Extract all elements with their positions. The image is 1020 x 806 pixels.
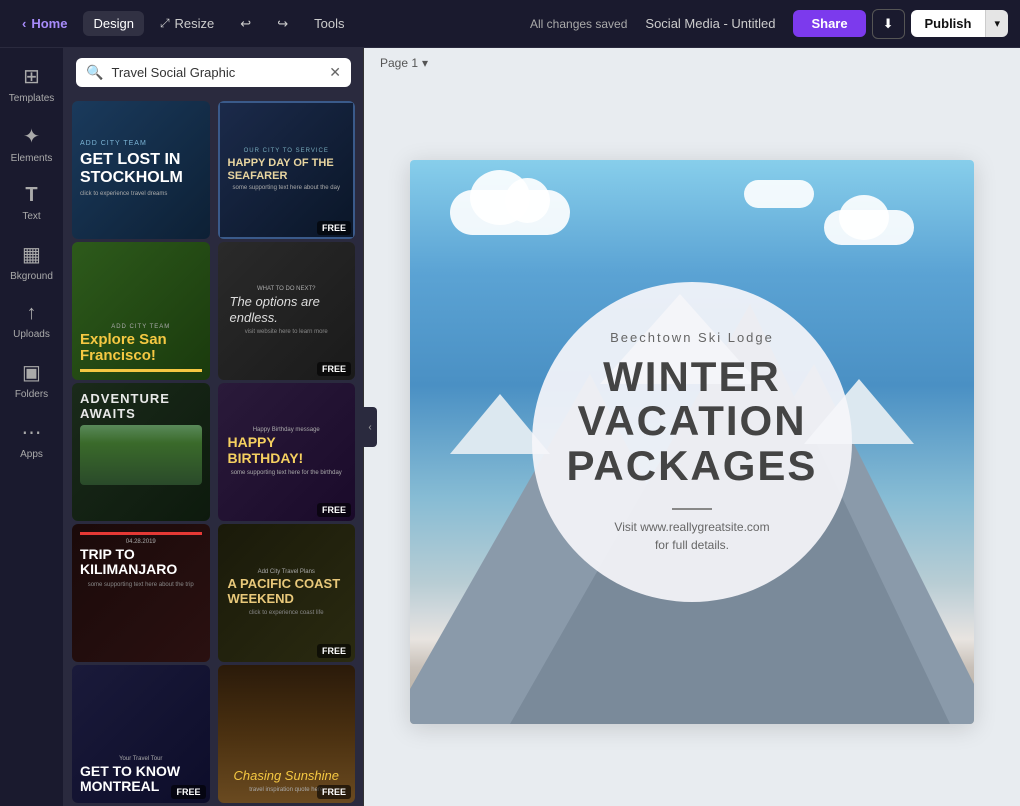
sidebar-item-elements[interactable]: ✦ Elements [4, 116, 60, 172]
sidebar-item-background[interactable]: ▦ Bkground [4, 234, 60, 290]
page-dropdown-icon: ▾ [422, 56, 428, 70]
template-adventure[interactable]: ADVENTURE AWAITS [72, 383, 210, 521]
undo-icon: ↩ [240, 16, 251, 32]
template-options[interactable]: WHAT TO DO NEXT? The options are endless… [218, 242, 356, 380]
apps-icon: ⋯ [22, 420, 42, 445]
resize-icon: ⤢ [160, 16, 170, 31]
resize-button[interactable]: ⤢ Resize [150, 11, 224, 36]
design-label: Design [93, 16, 133, 31]
page-label[interactable]: Page 1 ▾ [380, 56, 428, 70]
publish-label: Publish [925, 16, 972, 31]
uploads-icon: ↑ [27, 302, 37, 325]
free-badge: FREE [317, 221, 351, 235]
template-sf[interactable]: Add City Team Explore San Francisco! [72, 242, 210, 380]
template-kilimanjaro[interactable]: 04.28.2019 TRIP TO KILIMANJARO some supp… [72, 524, 210, 662]
heading-line2: VACATION [577, 397, 806, 444]
publish-button[interactable]: Publish [911, 10, 986, 37]
apps-label: Apps [20, 449, 43, 460]
canvas-header: Page 1 ▾ [364, 48, 1020, 78]
resize-label: Resize [175, 16, 215, 31]
share-button[interactable]: Share [793, 10, 865, 37]
search-box[interactable]: 🔍 ✕ [76, 58, 351, 87]
chevron-left-icon: ‹ [22, 16, 26, 31]
uploads-label: Uploads [13, 329, 50, 340]
download-icon: ⬇ [883, 16, 894, 31]
sidebar-item-text[interactable]: T Text [4, 176, 60, 230]
lodge-name: Beechtown Ski Lodge [610, 330, 774, 345]
website-text2: for full details. [655, 538, 729, 552]
sidebar-item-apps[interactable]: ⋯ Apps [4, 412, 60, 468]
save-status: All changes saved [530, 17, 627, 31]
canvas-area: Page 1 ▾ [364, 48, 1020, 806]
cloud-2 [824, 210, 914, 245]
templates-grid: Add City Team GET LOST IN STOCKHOLM clic… [64, 93, 363, 806]
sub-text: Visit www.reallygreatsite.com for full d… [614, 518, 769, 554]
home-label: Home [31, 16, 67, 31]
template-sunshine[interactable]: Chasing Sunshine travel inspiration quot… [218, 665, 356, 803]
search-input[interactable] [111, 65, 321, 80]
heading-line1: WINTER [603, 353, 781, 400]
sidebar-item-uploads[interactable]: ↑ Uploads [4, 294, 60, 348]
heading-line3: PACKAGES [567, 442, 818, 489]
free-badge-pacific: FREE [317, 644, 351, 658]
canvas-document[interactable]: Beechtown Ski Lodge WINTER VACATION PACK… [410, 160, 974, 724]
publish-group: Publish ▾ [911, 10, 1008, 37]
sidebar-icons: ⊞ Templates ✦ Elements T Text ▦ Bkground… [0, 48, 64, 806]
circle-overlay[interactable]: Beechtown Ski Lodge WINTER VACATION PACK… [532, 282, 852, 602]
templates-icon: ⊞ [23, 64, 40, 89]
background-label: Bkground [10, 271, 53, 282]
templates-label: Templates [9, 93, 55, 104]
folders-label: Folders [15, 389, 48, 400]
main-body: ⊞ Templates ✦ Elements T Text ▦ Bkground… [0, 48, 1020, 806]
redo-button[interactable]: ↪ [267, 11, 298, 37]
template-montreal[interactable]: Your Travel Tour GET TO KNOW MONTREAL FR… [72, 665, 210, 803]
text-label: Text [22, 211, 40, 222]
undo-button[interactable]: ↩ [230, 11, 261, 37]
templates-header: 🔍 ✕ [64, 48, 363, 93]
publish-dropdown-button[interactable]: ▾ [985, 10, 1008, 37]
template-seafarer[interactable]: OUR CITY TO SERVICE HAppy DAY OF THE SEa… [218, 101, 356, 239]
elements-icon: ✦ [23, 124, 40, 149]
sidebar-item-templates[interactable]: ⊞ Templates [4, 56, 60, 112]
share-label: Share [811, 16, 847, 31]
top-navigation: ‹ Home Design ⤢ Resize ↩ ↪ Tools All cha… [0, 0, 1020, 48]
home-button[interactable]: ‹ Home [12, 11, 77, 36]
cloud-3 [744, 180, 814, 208]
free-badge-options: FREE [317, 362, 351, 376]
template-pacific[interactable]: Add City Travel Plans A PACIFIC COAST WE… [218, 524, 356, 662]
chevron-down-icon: ▾ [994, 18, 1000, 30]
template-birthday[interactable]: Happy Birthday message HAPPY BIRTHDAY! s… [218, 383, 356, 521]
website-text: Visit www.reallygreatsite.com [614, 520, 769, 534]
tools-button[interactable]: Tools [304, 11, 354, 36]
design-button[interactable]: Design [83, 11, 143, 36]
divider-line [672, 508, 712, 510]
download-button[interactable]: ⬇ [872, 9, 905, 39]
redo-icon: ↪ [277, 16, 288, 32]
panel-toggle[interactable]: ‹ [363, 407, 377, 447]
tools-label: Tools [314, 16, 344, 31]
background-icon: ▦ [22, 242, 41, 267]
text-icon: T [25, 184, 37, 207]
elements-label: Elements [11, 153, 53, 164]
page-number: Page 1 [380, 56, 418, 70]
cloud-1 [450, 190, 570, 235]
canvas-scroll[interactable]: Beechtown Ski Lodge WINTER VACATION PACK… [364, 78, 1020, 806]
folders-icon: ▣ [22, 360, 41, 385]
search-icon: 🔍 [86, 64, 103, 81]
free-badge-sunshine: FREE [317, 785, 351, 799]
main-heading: WINTER VACATION PACKAGES [567, 355, 818, 487]
sidebar-item-folders[interactable]: ▣ Folders [4, 352, 60, 408]
document-title: Social Media - Untitled [645, 16, 775, 31]
free-badge-montreal: FREE [171, 785, 205, 799]
clear-search-button[interactable]: ✕ [329, 64, 341, 81]
templates-panel: 🔍 ✕ Add City Team GET LOST IN STOCKHOLM … [64, 48, 364, 806]
template-stockholm[interactable]: Add City Team GET LOST IN STOCKHOLM clic… [72, 101, 210, 239]
free-badge-birthday: FREE [317, 503, 351, 517]
